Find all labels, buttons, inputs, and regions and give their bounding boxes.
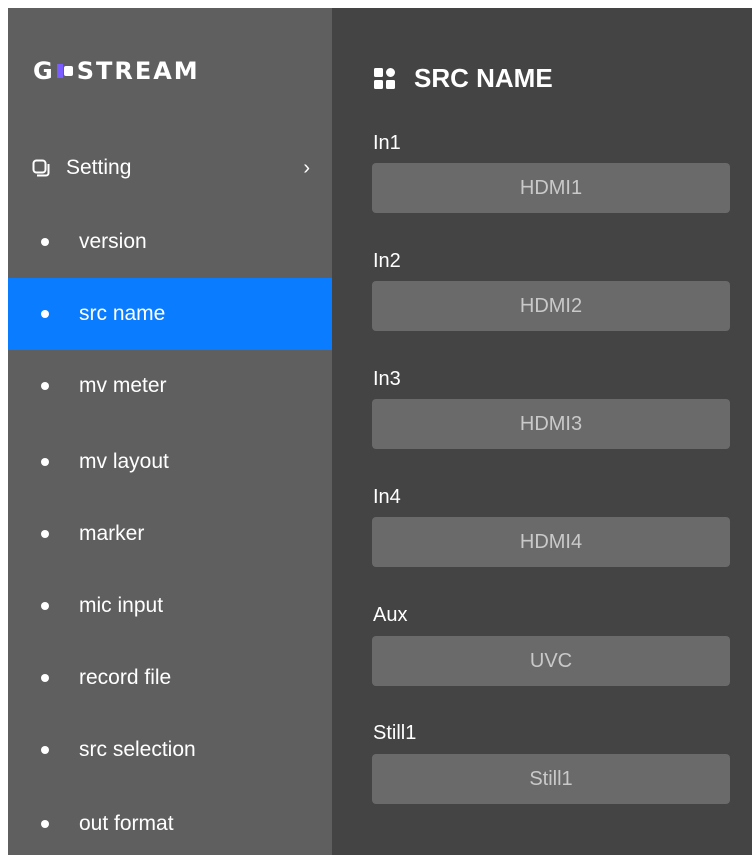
bullet-icon [41,310,49,318]
sidebar-item-label: version [79,230,147,253]
panel-title-text: SRC NAME [414,63,553,93]
sidebar-item-label: record file [79,666,172,689]
brand-logo: G STREAM [33,57,200,85]
bullet-icon [41,746,49,754]
sidebar-item-label: src selection [79,738,196,761]
bullet-icon [41,238,49,246]
chevron-right-icon: › [303,156,310,179]
sidebar-item-setting[interactable]: Setting › [8,132,332,204]
bullet-icon [41,530,49,538]
bullet-icon [41,458,49,466]
bullet-icon [41,820,49,828]
field-label-in1: In1 [373,132,401,154]
field-label-in2: In2 [373,250,401,272]
sidebar-item-label: mv meter [79,374,167,397]
widgets-icon [374,67,395,89]
sidebar-item-src-name[interactable]: src name [8,278,332,350]
logo-text-left: G [33,57,55,85]
src-name-input-still1[interactable] [372,754,730,804]
field-label-in4: In4 [373,486,401,508]
panel-title: SRC NAME [374,63,553,94]
src-name-input-in3[interactable] [372,399,730,449]
sidebar-item-label: mic input [79,594,164,617]
sidebar-item-mic-input[interactable]: mic input [8,570,332,642]
sidebar-item-mv-meter[interactable]: mv meter [8,350,332,422]
src-name-input-in2[interactable] [372,281,730,331]
sidebar-item-setting-label: Setting [66,156,132,179]
field-label-aux: Aux [373,604,408,626]
main-panel: SRC NAME In1 In2 In3 In4 Aux Still1 [332,8,752,855]
copy-icon [32,159,50,177]
sidebar-item-marker[interactable]: marker [8,498,332,570]
sidebar: G STREAM Setting › version src name mv m… [8,8,332,855]
sidebar-item-label: out format [79,812,174,835]
sidebar-item-mv-layout[interactable]: mv layout [8,426,332,498]
logo-text-right: STREAM [76,57,200,85]
bullet-icon [41,674,49,682]
sidebar-item-version[interactable]: version [8,206,332,278]
field-label-still1: Still1 [373,722,417,744]
sidebar-item-label: mv layout [79,450,169,473]
logo-mark-icon [56,62,75,80]
sidebar-item-label: marker [79,522,145,545]
sidebar-item-label: src name [79,302,166,325]
sidebar-item-record-file[interactable]: record file [8,642,332,714]
src-name-input-in1[interactable] [372,163,730,213]
field-label-in3: In3 [373,368,401,390]
bullet-icon [41,602,49,610]
app-frame: G STREAM Setting › version src name mv m… [8,8,752,855]
sidebar-item-src-selection[interactable]: src selection [8,714,332,786]
src-name-input-in4[interactable] [372,517,730,567]
bullet-icon [41,382,49,390]
sidebar-item-out-format[interactable]: out format [8,788,332,860]
src-name-input-aux[interactable] [372,636,730,686]
